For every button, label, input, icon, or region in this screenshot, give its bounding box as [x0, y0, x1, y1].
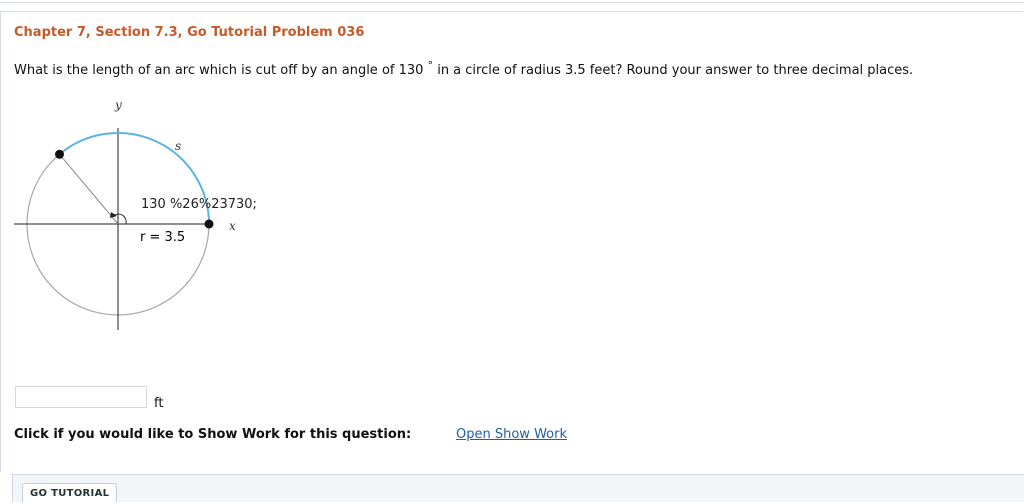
x-axis-label: x [229, 219, 236, 233]
question-part-2: in a circle of radius 3.5 feet? Round yo… [437, 63, 914, 78]
top-divider [0, 2, 1024, 3]
radius-label: r = 3.5 [140, 230, 185, 245]
question-part-1: What is the length of an arc which is cu… [14, 63, 424, 78]
circle-diagram: y x s 130 %26%23730; r = 3.5 [14, 98, 257, 330]
radius-value: = 3.5 [145, 230, 185, 245]
footer-bar [12, 474, 1024, 502]
angle-label: 130 %26%23730; [141, 197, 257, 212]
answer-unit: ft [154, 396, 164, 411]
open-show-work-link[interactable]: Open Show Work [456, 427, 567, 442]
degree-symbol: ° [427, 59, 434, 72]
show-work-prompt: Click if you would like to Show Work for… [14, 427, 412, 442]
problem-title: Chapter 7, Section 7.3, Go Tutorial Prob… [14, 25, 365, 40]
go-tutorial-button[interactable]: GO TUTORIAL [22, 483, 118, 502]
arc-endpoint-end [204, 219, 214, 229]
question-text: What is the length of an arc which is cu… [14, 59, 914, 78]
arc-figure: y x s 130 %26%23730; r = 3.5 [0, 90, 320, 350]
arc-label: s [175, 139, 181, 153]
arc-endpoint-start [55, 149, 64, 159]
angle-arrowhead [110, 212, 117, 218]
answer-input[interactable] [15, 386, 147, 408]
radius-line [59, 153, 119, 225]
y-axis-label: y [114, 98, 122, 112]
